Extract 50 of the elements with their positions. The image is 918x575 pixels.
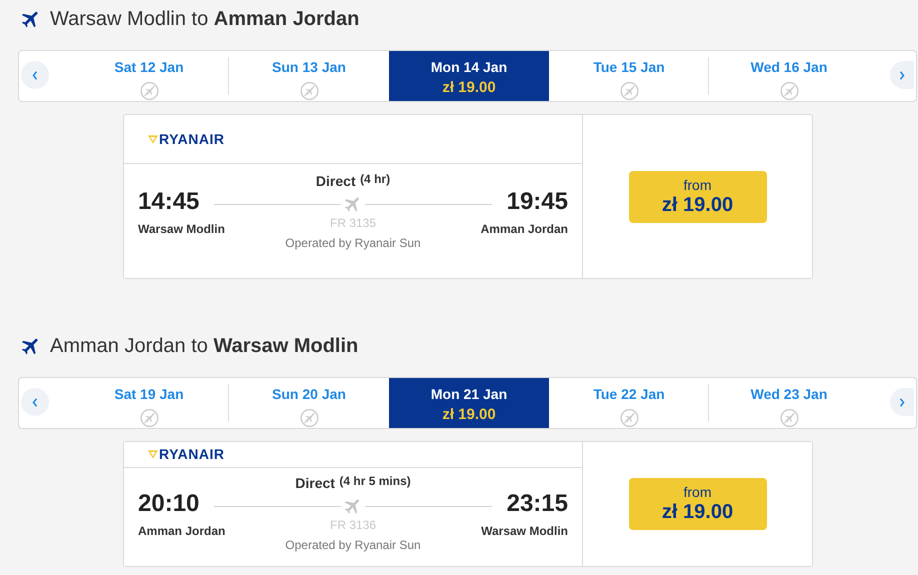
arrival-time: 23:15 bbox=[506, 490, 568, 518]
chevron-left-icon bbox=[32, 398, 38, 406]
price-button[interactable]: from zł 19.00 bbox=[628, 170, 766, 222]
operator-text: Operated by Ryanair Sun bbox=[285, 537, 421, 554]
arrival-city: Amman Jordan bbox=[480, 221, 568, 238]
departure-city: Amman Jordan bbox=[138, 523, 226, 540]
harp-logo-icon bbox=[148, 134, 158, 144]
date-tab[interactable]: Tue 15 Jan bbox=[549, 51, 709, 101]
operator-text: Operated by Ryanair Sun bbox=[285, 235, 421, 252]
route-heading: Amman Jordan to Warsaw Modlin bbox=[50, 334, 358, 359]
no-flight-icon bbox=[138, 81, 160, 101]
harp-logo-icon bbox=[148, 450, 158, 459]
chevron-left-icon bbox=[32, 70, 38, 80]
chevron-right-icon bbox=[899, 398, 905, 406]
date-tab[interactable]: Sat 19 Jan bbox=[69, 378, 229, 428]
flight-duration: (4 hr 5 mins) bbox=[339, 474, 411, 488]
price-button[interactable]: from zł 19.00 bbox=[628, 478, 766, 530]
flight-type: Direct bbox=[295, 475, 335, 491]
flight-type: Direct bbox=[316, 173, 356, 189]
date-tab[interactable]: Mon 21 Jan zł 19.00 bbox=[389, 378, 549, 428]
chevron-right-icon bbox=[899, 70, 905, 80]
next-button[interactable] bbox=[890, 388, 914, 416]
departure-time: 20:10 bbox=[138, 490, 200, 518]
date-tab[interactable]: Sun 13 Jan bbox=[229, 51, 389, 101]
previous-button[interactable] bbox=[21, 61, 49, 89]
date-tab[interactable]: Wed 23 Jan bbox=[709, 378, 869, 428]
no-flight-icon bbox=[138, 408, 160, 428]
no-flight-icon bbox=[298, 408, 320, 428]
no-flight-icon bbox=[778, 408, 800, 428]
date-tab[interactable]: Wed 16 Jan bbox=[709, 51, 869, 101]
no-flight-icon bbox=[298, 81, 320, 101]
arrival-city: Warsaw Modlin bbox=[480, 523, 568, 540]
departure-time: 14:45 bbox=[138, 188, 200, 216]
date-tab[interactable]: Sun 20 Jan bbox=[229, 378, 389, 428]
previous-button[interactable] bbox=[21, 388, 49, 416]
departure-city: Warsaw Modlin bbox=[138, 221, 226, 238]
airline-logo: RYANAIR bbox=[159, 445, 224, 464]
arrival-time: 19:45 bbox=[506, 188, 568, 216]
no-flight-icon bbox=[618, 81, 640, 101]
flight-duration: (4 hr) bbox=[360, 172, 390, 186]
date-tab[interactable]: Sat 12 Jan bbox=[69, 51, 229, 101]
no-flight-icon bbox=[618, 408, 640, 428]
airline-logo: RYANAIR bbox=[159, 130, 224, 148]
next-button[interactable] bbox=[890, 61, 914, 89]
flight-number: FR 3136 bbox=[330, 517, 376, 534]
no-flight-icon bbox=[778, 81, 800, 101]
route-heading: Warsaw Modlin to Amman Jordan bbox=[50, 7, 360, 32]
date-tab[interactable]: Tue 22 Jan bbox=[549, 378, 709, 428]
flight-number: FR 3135 bbox=[330, 215, 376, 232]
date-tab[interactable]: Mon 14 Jan zł 19.00 bbox=[389, 51, 549, 101]
